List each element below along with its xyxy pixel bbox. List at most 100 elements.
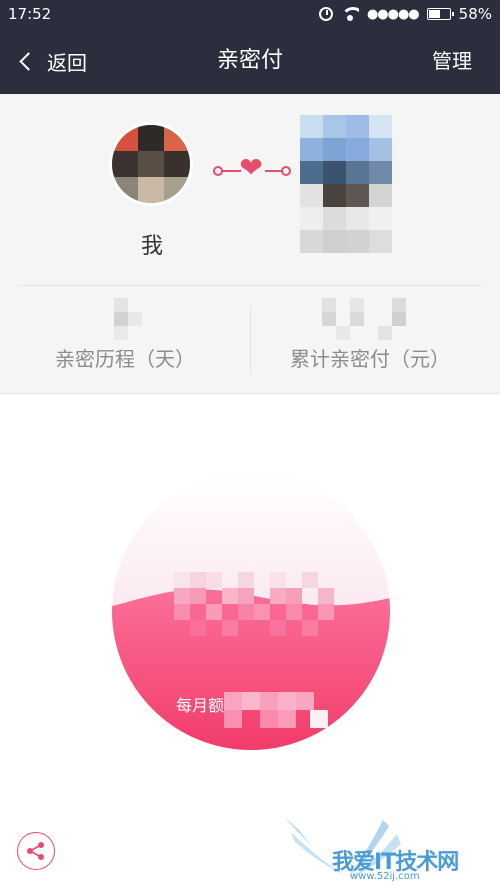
avatar-pixel: [346, 115, 369, 138]
back-label: 返回: [47, 50, 87, 75]
blur-pixel: [350, 298, 364, 312]
blur-pixel: [222, 620, 238, 636]
alarm-icon: [318, 7, 333, 21]
avatar-pixel: [112, 125, 138, 151]
blur-pixel: [278, 692, 296, 710]
avatar-pixel: [369, 230, 392, 253]
blur-pixel: [278, 710, 296, 728]
blur-pixel: [206, 604, 222, 620]
blur-pixel: [270, 572, 286, 588]
blur-pixel: [190, 620, 206, 636]
blur-pixel: [318, 604, 334, 620]
status-time: 17:52: [8, 5, 52, 23]
avatar-pixel: [300, 115, 323, 138]
avatar-pixel: [300, 230, 323, 253]
blur-pixel: [206, 572, 222, 588]
avatar-pixel: [369, 138, 392, 161]
avatar-pixel: [323, 161, 346, 184]
blur-pixel: [128, 312, 142, 326]
manage-button[interactable]: 管理: [432, 28, 472, 94]
back-button[interactable]: 返回: [16, 28, 87, 94]
blur-pixel: [322, 298, 336, 312]
share-icon: [27, 842, 44, 860]
blur-pixel: [302, 620, 318, 636]
blur-pixel: [270, 620, 286, 636]
status-bar: 17:52 ●●●●● 58%: [0, 0, 500, 28]
battery-fill: [428, 10, 440, 18]
blur-pixel: [296, 692, 314, 710]
blur-pixel: [190, 572, 206, 588]
blur-pixel: [190, 588, 206, 604]
blur-pixel: [254, 604, 270, 620]
avatar-pixel: [300, 138, 323, 161]
status-icons: ●●●●● 58%: [318, 5, 492, 23]
link-dot-right: [281, 166, 291, 176]
blur-pixel: [114, 326, 128, 340]
stat-total-value-blurred: [322, 298, 422, 340]
avatar-pixel: [323, 184, 346, 207]
avatar-pixel: [138, 177, 164, 203]
my-avatar[interactable]: [109, 122, 193, 206]
avatar-pixel: [138, 125, 164, 151]
avatar-pixel: [112, 177, 138, 203]
avatar-pixel: [323, 138, 346, 161]
avatar-pixel: [323, 207, 346, 230]
blur-pixel: [318, 588, 334, 604]
blur-pixel: [310, 710, 328, 728]
my-name-label: 我: [140, 234, 163, 259]
nav-bar: 返回 亲密付 管理: [0, 28, 500, 94]
blur-pixel: [238, 572, 254, 588]
avatar-pixel: [112, 151, 138, 177]
blur-pixel: [238, 604, 254, 620]
blur-pixel: [238, 588, 254, 604]
blur-pixel: [224, 692, 242, 710]
signal-dots-icon: ●●●●●: [366, 6, 420, 22]
avatar-pixel: [164, 125, 190, 151]
avatar-pixel: [138, 151, 164, 177]
blur-pixel: [378, 326, 392, 340]
blur-pixel: [114, 312, 128, 326]
avatar-pixel: [346, 207, 369, 230]
blur-pixel: [392, 298, 406, 312]
double-heart-icon: ❤: [239, 151, 263, 184]
avatar-pixel: [346, 138, 369, 161]
blur-pixel: [174, 604, 190, 620]
blur-pixel: [336, 326, 350, 340]
avatar-pixel: [323, 115, 346, 138]
blur-pixel: [322, 312, 336, 326]
avatar-pixel: [164, 151, 190, 177]
blur-pixel: [270, 588, 286, 604]
avatar-pixel: [300, 184, 323, 207]
blur-pixel: [392, 312, 406, 326]
battery-icon: [426, 8, 454, 20]
chevron-left-icon: [19, 51, 38, 71]
avatar-pixel: [369, 115, 392, 138]
blur-pixel: [260, 710, 278, 728]
share-button[interactable]: [17, 832, 55, 870]
blur-pixel: [242, 692, 260, 710]
watermark-url: www.52ij.com: [350, 871, 420, 882]
panel-divider: [18, 285, 482, 286]
stat-days-label: 亲密历程（天）: [55, 347, 195, 371]
blur-pixel: [222, 588, 238, 604]
avatar-pixel: [346, 184, 369, 207]
blur-pixel: [286, 588, 302, 604]
blur-pixel: [174, 588, 190, 604]
avatar-pixel: [346, 161, 369, 184]
stat-total-label: 累计亲密付（元）: [290, 347, 450, 371]
stats-divider: [250, 305, 251, 375]
blur-pixel: [224, 710, 242, 728]
avatar-pixel: [346, 230, 369, 253]
avatar-pixel: [300, 207, 323, 230]
partner-avatar[interactable]: [300, 115, 392, 255]
link-dot-left: [213, 166, 223, 176]
stat-days-value-blurred: [100, 298, 156, 340]
blur-pixel: [174, 572, 190, 588]
monthly-limit-label: 每月额: [176, 696, 225, 715]
blur-pixel: [114, 298, 128, 312]
blur-pixel: [350, 312, 364, 326]
avatar-pixel: [369, 161, 392, 184]
avatar-pixel: [164, 177, 190, 203]
avatar-pixel: [369, 184, 392, 207]
avatar-pixel: [323, 230, 346, 253]
